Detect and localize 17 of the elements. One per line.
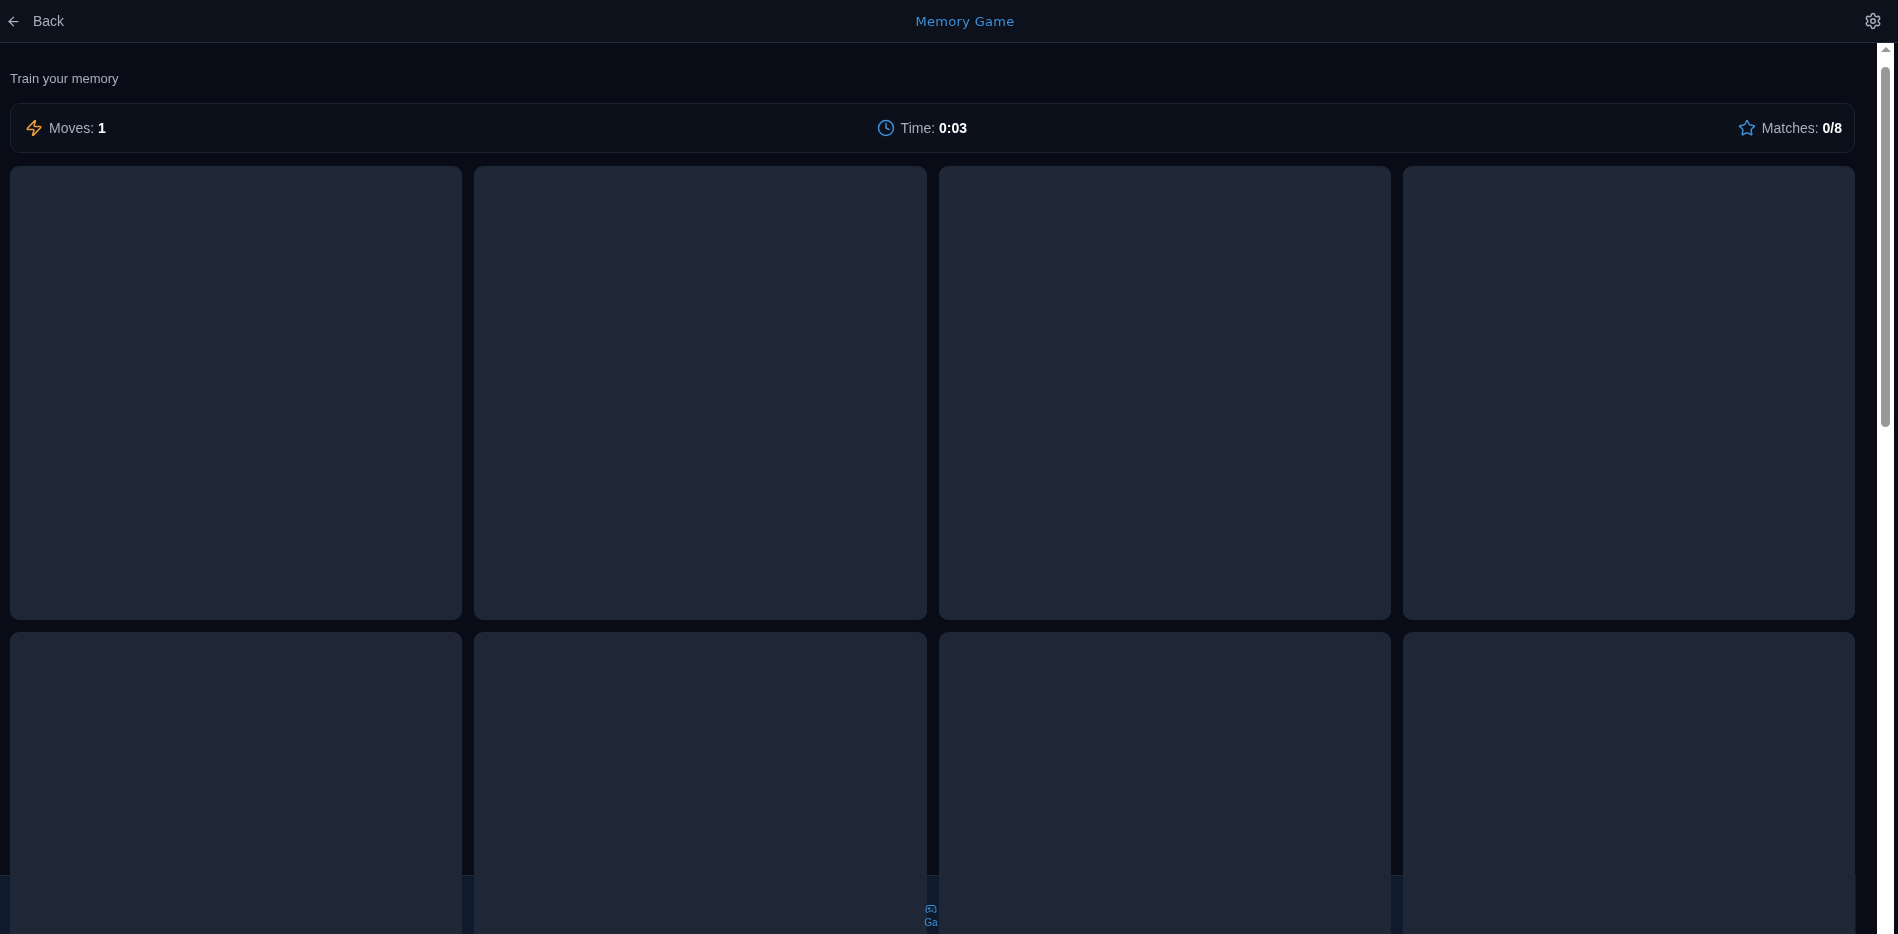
star-icon xyxy=(1737,119,1756,137)
settings-icon[interactable] xyxy=(1864,12,1882,30)
memory-card[interactable] xyxy=(474,166,927,620)
stat-text: Time: 0:03 xyxy=(900,120,967,136)
memory-card[interactable] xyxy=(10,166,463,620)
stat-text: Matches: 0/8 xyxy=(1761,120,1842,136)
subtitle: Train your memory xyxy=(10,71,119,86)
memory-card[interactable] xyxy=(1402,166,1855,620)
nav-label[interactable]: Ga xyxy=(924,917,938,928)
page-title: Memory Game xyxy=(915,13,1015,29)
scrollbar[interactable] xyxy=(1877,43,1894,934)
back-button[interactable]: Back xyxy=(4,11,67,31)
gamepad-icon[interactable] xyxy=(925,903,937,915)
clock-icon xyxy=(876,119,895,137)
lightning-icon xyxy=(25,119,43,137)
stat-text: Moves: 1 xyxy=(49,120,106,136)
memory-card[interactable] xyxy=(938,166,1391,620)
